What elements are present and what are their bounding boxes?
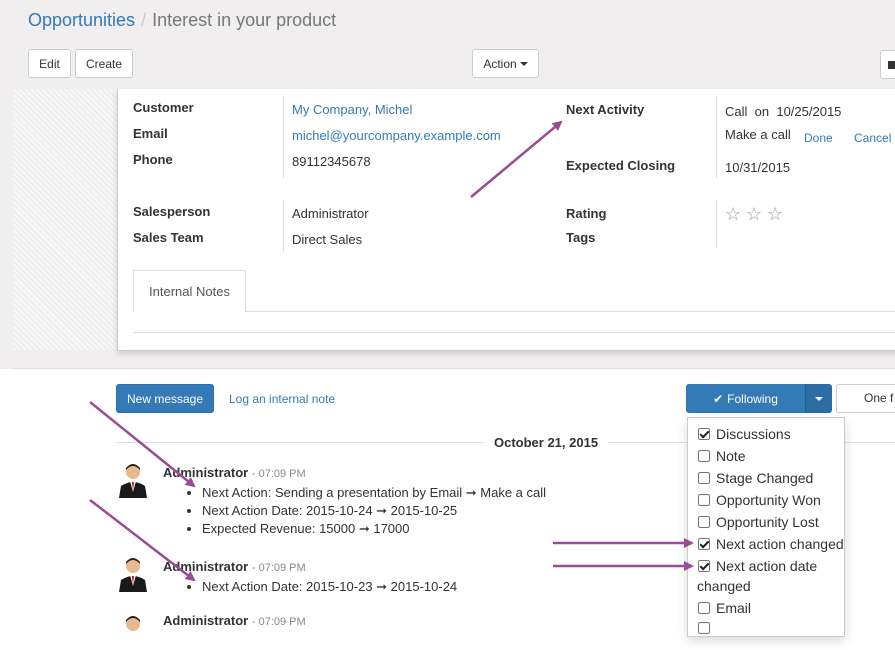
chevron-down-icon [815,397,823,401]
followers-button[interactable]: One f [836,384,895,413]
form-background-bottom [13,350,895,369]
subtype-note[interactable]: Note [698,448,746,464]
subtype-label-continuation[interactable]: changed [697,578,751,594]
field-divider [283,200,284,252]
phone-label: Phone [133,152,173,167]
avatar [119,558,147,592]
tags-label: Tags [566,230,596,245]
done-link[interactable]: Done [804,131,833,145]
tracking-change: Next Action: Sending a presentation by E… [202,484,546,502]
star-icon[interactable]: ☆ [767,205,783,223]
create-button[interactable]: Create [75,49,133,78]
view-switcher-icon[interactable] [880,50,895,79]
subtype-opportunity-won[interactable]: Opportunity Won [698,492,821,508]
checkbox-icon[interactable] [698,494,710,506]
message-author: Administrator - 07:09 PM [163,465,306,480]
following-label: Following [727,391,778,406]
phone-value: 89112345678 [292,154,371,169]
salesperson-label: Salesperson [133,204,211,219]
subtype-stage-changed[interactable]: Stage Changed [698,470,813,486]
expected-closing-value: 10/31/2015 [725,160,791,175]
control-panel: Opportunities / Interest in your product E… [0,0,895,90]
field-divider [716,96,717,178]
next-activity-value: Call on 10/25/2015 [725,104,842,119]
salesperson-value: Administrator [292,206,369,221]
log-internal-note-link[interactable]: Log an internal note [229,392,335,406]
notebook-content-border [133,332,895,333]
tracking-change: Expected Revenue: 15000 ➞ 17000 [202,520,546,538]
edit-button[interactable]: Edit [28,49,71,78]
tracking-change: Next Action Date: 2015-10-24 ➞ 2015-10-2… [202,502,546,520]
action-label: Action [483,56,517,71]
tab-internal-notes[interactable]: Internal Notes [133,270,246,312]
tracking-changes: Next Action Date: 2015-10-23 ➞ 2015-10-2… [184,578,457,596]
check-icon: ✔ [713,391,724,406]
tracking-changes: Next Action: Sending a presentation by E… [184,484,546,538]
customer-link[interactable]: My Company, Michel [292,102,412,117]
checkbox-icon[interactable] [698,450,710,462]
star-icon[interactable]: ☆ [746,205,762,223]
subtype-next-action-date-changed[interactable]: Next action date [698,558,817,574]
breadcrumb: Opportunities / Interest in your product [28,10,336,31]
next-activity-summary: Make a call [725,127,791,142]
checkbox-icon[interactable] [698,538,710,550]
chevron-down-icon [519,61,528,66]
subtypes-dropdown-menu: Discussions Note Stage Changed Opportuni… [687,417,845,637]
email-link[interactable]: michel@yourcompany.example.com [292,128,501,143]
subtype-email[interactable]: Email [698,600,751,616]
following-button[interactable]: ✔ Following [686,384,805,413]
page-title: Interest in your product [152,10,337,30]
new-message-button[interactable]: New message [116,384,214,413]
message-author: Administrator - 07:09 PM [163,559,306,574]
field-divider [283,96,284,178]
breadcrumb-opportunities-link[interactable]: Opportunities [28,10,135,30]
avatar [126,616,140,631]
tracking-change: Next Action Date: 2015-10-23 ➞ 2015-10-2… [202,578,457,596]
form-background-left [0,89,13,369]
notebook-tab-border [133,311,895,312]
checkbox-icon[interactable] [698,472,710,484]
form-background-pattern [13,89,117,369]
checkbox-icon[interactable] [698,602,710,614]
checkbox-icon[interactable] [698,516,710,528]
action-dropdown-button[interactable]: Action [472,49,539,78]
avatar [119,464,147,498]
subtype-opportunity-lost[interactable]: Opportunity Lost [698,514,819,530]
subtypes-dropdown-toggle[interactable] [805,384,832,413]
date-separator: October 21, 2015 [484,435,609,450]
sales-team-value: Direct Sales [292,232,363,247]
next-activity-label: Next Activity [566,102,645,117]
customer-label: Customer [133,100,194,115]
field-divider [716,200,717,248]
checkbox-icon[interactable] [698,428,710,440]
sales-team-label: Sales Team [133,230,204,245]
subtype-discussions[interactable]: Discussions [698,426,791,442]
cancel-link[interactable]: Cancel [854,131,891,145]
subtype-next-action-changed[interactable]: Next action changed [698,536,844,552]
breadcrumb-separator: / [141,10,147,30]
star-icon[interactable]: ☆ [725,205,741,223]
checkbox-icon[interactable] [698,560,710,572]
rating-label: Rating [566,206,607,221]
email-label: Email [133,126,168,141]
message-author: Administrator - 07:09 PM [163,613,306,628]
expected-closing-label: Expected Closing [566,158,676,173]
